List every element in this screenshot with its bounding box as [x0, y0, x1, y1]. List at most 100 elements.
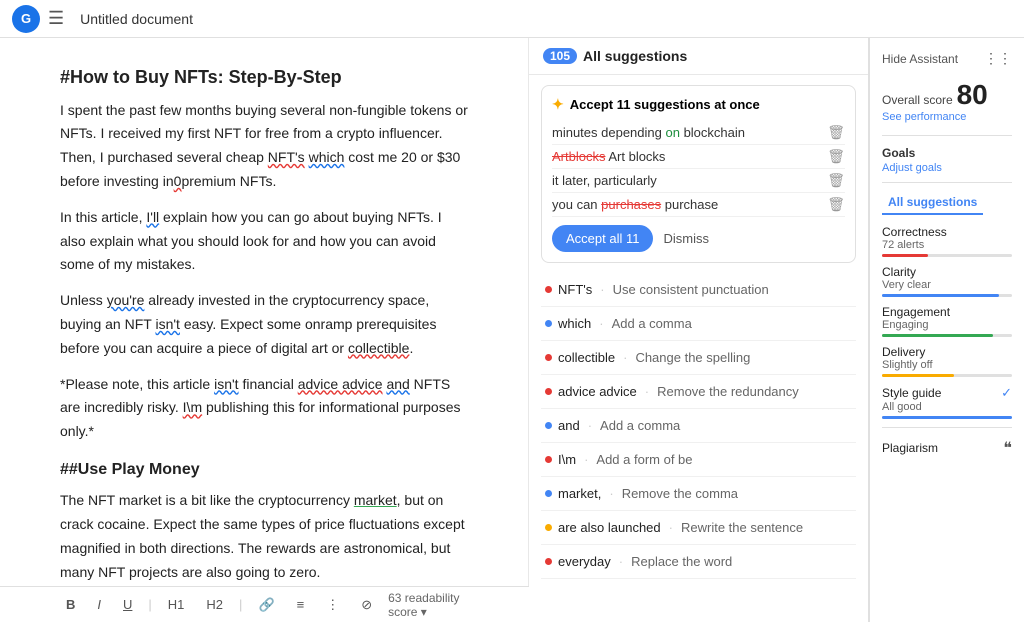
dot-icon [545, 388, 552, 395]
plagiarism-label[interactable]: Plagiarism [882, 441, 938, 455]
delete-icon-3[interactable]: 🗑 [827, 172, 845, 189]
divider-2: | [239, 597, 242, 612]
suggestion-desc: Rewrite the sentence [681, 520, 803, 535]
metric-correctness: Correctness 72 alerts [882, 225, 1012, 257]
accept-item-3: it later, particularly 🗑 [552, 169, 845, 193]
suggestion-item-market[interactable]: market, · Remove the comma [541, 477, 856, 511]
suggestion-desc: Change the spelling [635, 350, 750, 365]
suggestion-word: market, [558, 486, 601, 501]
see-performance-link[interactable]: See performance [882, 111, 1012, 123]
accept-item-1: minutes depending on blockchain 🗑 [552, 121, 845, 145]
suggestion-word: NFT's [558, 282, 592, 297]
h1-button[interactable]: H1 [162, 595, 191, 614]
topbar: G ☰ Untitled document [0, 0, 1024, 38]
suggestion-desc: Add a comma [612, 316, 692, 331]
dot-icon [545, 558, 552, 565]
suggestion-desc: Add a form of be [596, 452, 692, 467]
goals-label: Goals [882, 146, 1012, 160]
suggestion-item-nfts[interactable]: NFT's · Use consistent punctuation [541, 273, 856, 307]
main-area: #How to Buy NFTs: Step-By-Step I spent t… [0, 38, 1024, 622]
paragraph-3: Unless you're already invested in the cr… [60, 289, 468, 360]
hide-assistant-button[interactable]: Hide Assistant [882, 52, 958, 66]
accept-all-button[interactable]: Accept all 11 [552, 225, 653, 252]
suggestion-item-launched[interactable]: are also launched · Rewrite the sentence [541, 511, 856, 545]
suggestion-desc: Use consistent punctuation [613, 282, 769, 297]
score-label: Overall score [882, 93, 953, 107]
metric-engagement: Engagement Engaging [882, 305, 1012, 337]
metric-style-guide: Style guide ✓ All good [882, 385, 1012, 419]
paragraph-5: The NFT market is a bit like the cryptoc… [60, 489, 468, 584]
paragraph-1: I spent the past few months buying sever… [60, 99, 468, 194]
metric-delivery: Delivery Slightly off [882, 345, 1012, 377]
suggestion-item-and[interactable]: and · Add a comma [541, 409, 856, 443]
check-icon: ✓ [1001, 385, 1012, 401]
paragraph-2: In this article, I'll explain how you ca… [60, 206, 468, 277]
dot-icon [545, 490, 552, 497]
dot-icon [545, 422, 552, 429]
dot-icon [545, 524, 552, 531]
delete-icon-2[interactable]: 🗑 [827, 148, 845, 165]
tab-row: All suggestions [882, 191, 1012, 215]
heading2: ##Use Play Money [60, 456, 468, 483]
delete-icon-1[interactable]: 🗑 [827, 124, 845, 141]
link-button[interactable]: 🔗 [252, 595, 280, 615]
suggestion-item-collectible[interactable]: collectible · Change the spelling [541, 341, 856, 375]
separator: · [588, 418, 592, 433]
suggestion-list: NFT's · Use consistent punctuation which… [529, 273, 868, 622]
suggestion-desc: Remove the comma [622, 486, 738, 501]
menu-icon[interactable]: ☰ [48, 8, 64, 29]
dismiss-button[interactable]: Dismiss [663, 231, 709, 246]
clear-format-button[interactable]: ⊘ [355, 595, 378, 615]
editor-toolbar: B I U | H1 H2 | 🔗 ≡ ⋮ ⊘ 63 readability s… [0, 586, 529, 622]
suggestion-item-everyday[interactable]: everyday · Replace the word [541, 545, 856, 579]
suggestion-word: advice advice [558, 384, 637, 399]
accept-item-2: Artblocks Art blocks 🗑 [552, 145, 845, 169]
divider [882, 135, 1012, 136]
suggestion-desc: Replace the word [631, 554, 732, 569]
divider2 [882, 182, 1012, 183]
h2-button[interactable]: H2 [200, 595, 229, 614]
separator: · [609, 486, 613, 501]
bullet-list-button[interactable]: ⋮ [320, 595, 345, 615]
suggestions-count: 105 [543, 48, 577, 64]
numbered-list-button[interactable]: ≡ [291, 595, 311, 614]
separator: · [645, 384, 649, 399]
score-section: Overall score 80 See performance [882, 79, 1012, 123]
dot-icon [545, 354, 552, 361]
accept-banner-title: ✦ Accept 11 suggestions at once [552, 96, 845, 113]
accept-banner: ✦ Accept 11 suggestions at once minutes … [541, 85, 856, 263]
suggestions-title: All suggestions [583, 48, 687, 64]
suggestion-word: and [558, 418, 580, 433]
adjust-goals-link[interactable]: Adjust goals [882, 162, 1012, 174]
readability-score[interactable]: 63 readability score ▾ [388, 591, 469, 619]
suggestion-word: collectible [558, 350, 615, 365]
suggestions-panel: 105 All suggestions ✦ Accept 11 suggesti… [529, 38, 869, 622]
paragraph-4: *Please note, this article isn't financi… [60, 373, 468, 444]
delete-icon-4[interactable]: 🗑 [827, 196, 845, 213]
underline-button[interactable]: U [117, 595, 138, 614]
accept-item-4: you can purchases purchase 🗑 [552, 193, 845, 217]
bold-button[interactable]: B [60, 595, 81, 614]
editor-content: #How to Buy NFTs: Step-By-Step I spent t… [60, 62, 468, 586]
suggestion-item-im[interactable]: I\m · Add a form of be [541, 443, 856, 477]
metric-clarity: Clarity Very clear [882, 265, 1012, 297]
dot-icon [545, 456, 552, 463]
plagiarism-section: Plagiarism ❝ [882, 438, 1012, 458]
separator: · [584, 452, 588, 467]
separator: · [619, 554, 623, 569]
tab-all-suggestions[interactable]: All suggestions [882, 191, 983, 215]
suggestion-desc: Remove the redundancy [657, 384, 799, 399]
separator: · [669, 520, 673, 535]
suggestion-item-which[interactable]: which · Add a comma [541, 307, 856, 341]
divider3 [882, 427, 1012, 428]
editor-area[interactable]: #How to Buy NFTs: Step-By-Step I spent t… [0, 38, 529, 586]
app-logo: G [12, 5, 40, 33]
document-title[interactable]: Untitled document [80, 11, 193, 27]
right-panel-header: Hide Assistant ⋮⋮ [882, 50, 1012, 67]
panel-options-icon[interactable]: ⋮⋮ [984, 50, 1012, 67]
plagiarism-icon[interactable]: ❝ [1003, 438, 1012, 458]
suggestion-item-advice[interactable]: advice advice · Remove the redundancy [541, 375, 856, 409]
suggestion-word: which [558, 316, 591, 331]
suggestion-desc: Add a comma [600, 418, 680, 433]
italic-button[interactable]: I [91, 595, 107, 614]
